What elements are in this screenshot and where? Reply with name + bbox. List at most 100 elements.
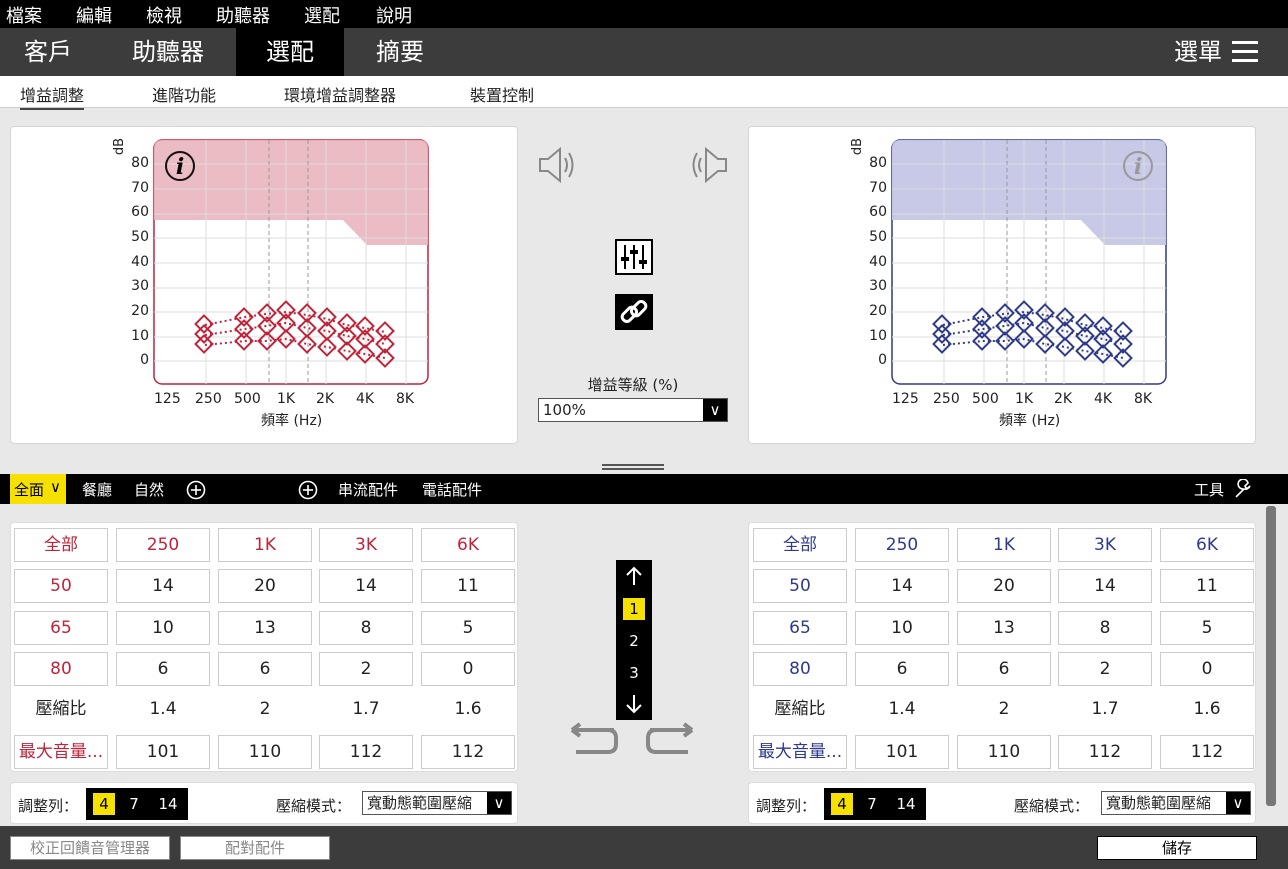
adjust-option-4[interactable]: 4: [93, 793, 115, 815]
tools-label[interactable]: 工具: [1194, 479, 1224, 500]
arrow-down-icon[interactable]: [624, 693, 644, 715]
wrench-icon[interactable]: [1232, 479, 1252, 499]
row-label-80[interactable]: 80: [753, 652, 847, 686]
gain-cell[interactable]: 14: [1058, 569, 1152, 603]
gain-cell[interactable]: 5: [421, 611, 515, 645]
gain-cell[interactable]: 11: [421, 569, 515, 603]
menu-button-label[interactable]: 選單: [1166, 28, 1230, 76]
gain-cell[interactable]: 20: [218, 569, 312, 603]
gain-cell[interactable]: 20: [957, 569, 1051, 603]
row-label-65[interactable]: 65: [14, 611, 108, 645]
adjust-option-7[interactable]: 7: [861, 793, 883, 815]
subtab-gain-adjust[interactable]: 增益調整: [20, 82, 85, 110]
gain-cell[interactable]: 10: [116, 611, 210, 645]
tab-client[interactable]: 客戶: [0, 28, 96, 76]
mpo-cell[interactable]: 112: [421, 735, 515, 769]
adjust-option-7[interactable]: 7: [123, 793, 145, 815]
menu-hearing-aid[interactable]: 助聽器: [216, 2, 270, 28]
gain-cell[interactable]: 8: [319, 611, 413, 645]
mpo-cell[interactable]: 110: [957, 735, 1051, 769]
header-all-button[interactable]: 全部: [14, 528, 108, 562]
stepper-option-3[interactable]: 3: [623, 662, 645, 684]
gain-cell[interactable]: 10: [855, 611, 949, 645]
header-6k-button[interactable]: 6K: [1160, 528, 1254, 562]
mpo-cell[interactable]: 112: [1160, 735, 1254, 769]
mpo-cell[interactable]: 110: [218, 735, 312, 769]
tab-fitting[interactable]: 選配: [236, 28, 344, 76]
right-gain-chart[interactable]: i: [891, 139, 1167, 385]
gain-cell[interactable]: 14: [116, 569, 210, 603]
feedback-manager-button[interactable]: 校正回饋音管理器: [10, 836, 170, 860]
mpo-cell[interactable]: 112: [319, 735, 413, 769]
header-1k-button[interactable]: 1K: [957, 528, 1051, 562]
add-program-icon[interactable]: [186, 480, 206, 500]
program-tab-restaurant[interactable]: 餐廳: [82, 479, 112, 500]
adjust-option-14[interactable]: 14: [891, 793, 921, 815]
stepper-option-2[interactable]: 2: [623, 630, 645, 652]
gain-cell[interactable]: 14: [855, 569, 949, 603]
stepper-option-1[interactable]: 1: [623, 598, 645, 620]
mpo-cell[interactable]: 112: [1058, 735, 1152, 769]
gain-cell[interactable]: 0: [1160, 652, 1254, 686]
left-speaker-icon[interactable]: [536, 146, 576, 184]
row-label-max-output[interactable]: 最大音量...: [753, 735, 847, 769]
link-icon[interactable]: [615, 294, 653, 330]
mpo-cell[interactable]: 101: [855, 735, 949, 769]
phone-accessory-tab[interactable]: 電話配件: [422, 479, 482, 500]
menu-edit[interactable]: 編輯: [76, 2, 112, 28]
splitter[interactable]: [0, 462, 1288, 474]
header-1k-button[interactable]: 1K: [218, 528, 312, 562]
subtab-device-control[interactable]: 裝置控制: [470, 82, 534, 106]
left-gain-chart[interactable]: i: [153, 139, 429, 385]
gain-cell[interactable]: 6: [957, 652, 1051, 686]
header-3k-button[interactable]: 3K: [319, 528, 413, 562]
row-label-80[interactable]: 80: [14, 652, 108, 686]
gain-cell[interactable]: 6: [218, 652, 312, 686]
add-accessory-icon[interactable]: [298, 480, 318, 500]
gain-cell[interactable]: 6: [116, 652, 210, 686]
tab-hearing-aid[interactable]: 助聽器: [120, 28, 216, 76]
compression-mode-dropdown[interactable]: 寬動態範圍壓縮 ∨: [1101, 791, 1251, 815]
program-tab-natural[interactable]: 自然: [134, 479, 164, 500]
header-6k-button[interactable]: 6K: [421, 528, 515, 562]
pair-accessory-button[interactable]: 配對配件: [180, 836, 330, 860]
gain-cell[interactable]: 13: [957, 611, 1051, 645]
header-3k-button[interactable]: 3K: [1058, 528, 1152, 562]
right-speaker-icon[interactable]: [690, 146, 730, 184]
gain-cell[interactable]: 8: [1058, 611, 1152, 645]
header-250-button[interactable]: 250: [855, 528, 949, 562]
menu-fitting[interactable]: 選配: [304, 2, 340, 28]
subtab-advanced[interactable]: 進階功能: [152, 82, 216, 106]
arrow-up-icon[interactable]: [624, 565, 644, 587]
header-all-button[interactable]: 全部: [753, 528, 847, 562]
menu-help[interactable]: 說明: [376, 2, 412, 28]
mpo-cell[interactable]: 101: [116, 735, 210, 769]
row-label-max-output[interactable]: 最大音量...: [14, 735, 108, 769]
menu-file[interactable]: 檔案: [6, 2, 42, 28]
redo-icon[interactable]: [644, 722, 700, 758]
gain-cell[interactable]: 2: [1058, 652, 1152, 686]
menu-view[interactable]: 檢視: [146, 2, 182, 28]
save-button[interactable]: 儲存: [1097, 836, 1257, 860]
hamburger-icon[interactable]: [1232, 41, 1258, 63]
gain-cell[interactable]: 6: [855, 652, 949, 686]
gain-level-dropdown[interactable]: 100% ∨: [538, 398, 728, 422]
streaming-accessory-tab[interactable]: 串流配件: [338, 479, 398, 500]
undo-icon[interactable]: [564, 722, 620, 758]
gain-cell[interactable]: 5: [1160, 611, 1254, 645]
header-250-button[interactable]: 250: [116, 528, 210, 562]
equalizer-icon[interactable]: [615, 239, 653, 275]
scrollbar[interactable]: [1266, 506, 1276, 806]
gain-cell[interactable]: 11: [1160, 569, 1254, 603]
row-label-65[interactable]: 65: [753, 611, 847, 645]
adjust-option-14[interactable]: 14: [153, 793, 183, 815]
subtab-environment-gain[interactable]: 環境增益調整器: [284, 82, 396, 106]
row-label-50[interactable]: 50: [753, 569, 847, 603]
gain-cell[interactable]: 2: [319, 652, 413, 686]
program-tab-general[interactable]: 全面 ∨: [10, 474, 66, 504]
adjust-option-4[interactable]: 4: [831, 793, 853, 815]
compression-mode-dropdown[interactable]: 寬動態範圍壓縮 ∨: [362, 791, 512, 815]
gain-cell[interactable]: 0: [421, 652, 515, 686]
gain-cell[interactable]: 14: [319, 569, 413, 603]
gain-cell[interactable]: 13: [218, 611, 312, 645]
